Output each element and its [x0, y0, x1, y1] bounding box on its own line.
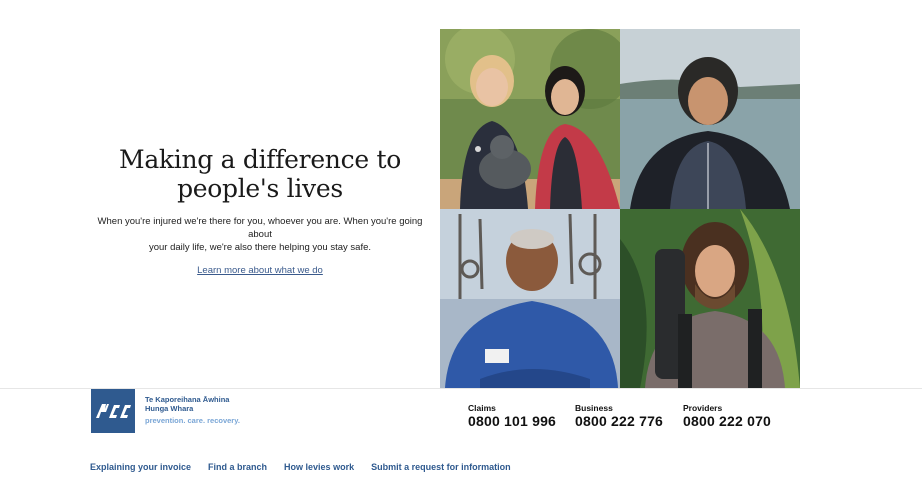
photo-girls-with-cat — [440, 29, 620, 209]
footer-link-how-levies-work[interactable]: How levies work — [284, 462, 354, 472]
contact-label: Providers — [683, 403, 723, 413]
hero-title-line1: Making a difference to — [119, 145, 401, 174]
footer-link-find-branch[interactable]: Find a branch — [208, 462, 267, 472]
hero-title: Making a difference to people's lives — [86, 145, 434, 203]
hero-title-line2: people's lives — [177, 174, 343, 203]
contact-business: Business 0800 222 776 — [575, 403, 663, 430]
learn-more-link[interactable]: Learn more about what we do — [197, 265, 323, 276]
brand-block: Te Kaporeihana Āwhina Hunga Whara preven… — [145, 395, 240, 427]
contact-providers: Providers 0800 222 070 — [683, 403, 771, 430]
photo-mechanic — [440, 209, 620, 388]
footer-link-submit-request[interactable]: Submit a request for information — [371, 462, 511, 472]
hero-desc-line1: When you're injured we're there for you,… — [97, 216, 423, 240]
contact-number[interactable]: 0800 222 070 — [683, 413, 771, 430]
footer-top: Te Kaporeihana Āwhina Hunga Whara preven… — [0, 389, 922, 439]
contact-label: Business — [575, 403, 613, 413]
photo-grid — [440, 29, 800, 388]
brand-tagline: prevention. care. recovery. — [145, 416, 240, 425]
contact-claims: Claims 0800 101 996 — [468, 403, 556, 430]
footer-link-explaining-invoice[interactable]: Explaining your invoice — [90, 462, 191, 472]
footer-links: Explaining your invoice Find a branch Ho… — [90, 462, 528, 472]
brand-name-line1: Te Kaporeihana Āwhina — [145, 395, 230, 404]
contact-number[interactable]: 0800 222 776 — [575, 413, 663, 430]
hero-text: Making a difference to people's lives Wh… — [86, 145, 434, 278]
acc-logo[interactable] — [91, 389, 135, 433]
hero-desc-line2: your daily life, we're also there helpin… — [148, 242, 372, 253]
photo-woman-by-sea — [620, 29, 800, 209]
hero-description: When you're injured we're there for you,… — [86, 215, 434, 254]
contact-number[interactable]: 0800 101 996 — [468, 413, 556, 430]
hero-section: Making a difference to people's lives Wh… — [0, 0, 922, 388]
acc-logo-mark-icon — [96, 404, 131, 418]
contact-label: Claims — [468, 403, 496, 413]
photo-hiker — [620, 209, 800, 388]
brand-name: Te Kaporeihana Āwhina Hunga Whara — [145, 395, 240, 413]
brand-name-line2: Hunga Whara — [145, 404, 194, 413]
